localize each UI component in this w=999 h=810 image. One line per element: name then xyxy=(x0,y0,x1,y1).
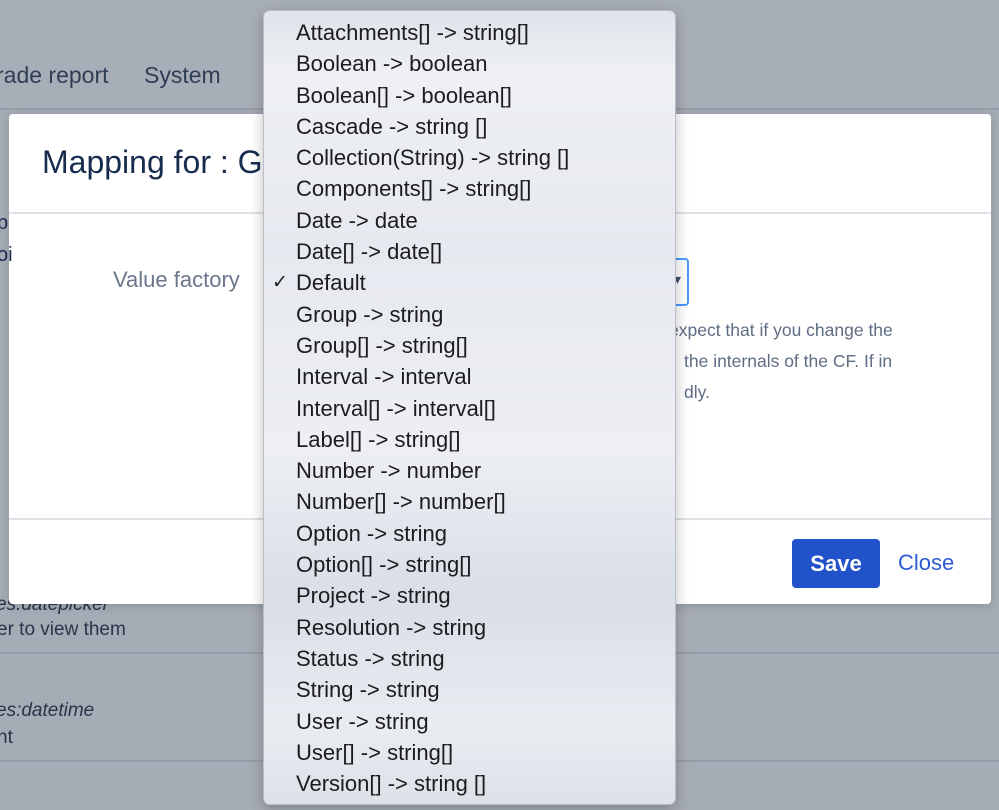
save-button[interactable]: Save xyxy=(792,539,880,588)
dropdown-option[interactable]: Collection(String) -> string [] xyxy=(264,142,675,173)
close-button[interactable]: Close xyxy=(898,550,954,576)
dropdown-option[interactable]: Boolean -> boolean xyxy=(264,48,675,79)
checkmark-icon: ✓ xyxy=(272,272,288,294)
dropdown-option-selected[interactable]: ✓ Default xyxy=(264,267,675,298)
dialog-title: Mapping for : Gr xyxy=(42,144,274,180)
value-factory-dropdown-menu: Attachments[] -> string[] Boolean -> boo… xyxy=(263,10,676,805)
help-text: expect that if you change the xyxy=(669,320,893,340)
value-factory-label: Value factory xyxy=(113,267,240,292)
dropdown-option[interactable]: Label[] -> string[] xyxy=(264,424,675,455)
dropdown-option[interactable]: User -> string xyxy=(264,706,675,737)
dropdown-option[interactable]: Cascade -> string [] xyxy=(264,111,675,142)
tab-upgrade-report[interactable]: rade report xyxy=(0,62,109,89)
background-row-note: nt xyxy=(0,727,13,748)
dropdown-option[interactable]: Interval -> interval xyxy=(264,361,675,392)
dropdown-option[interactable]: Version[] -> string [] xyxy=(264,768,675,799)
clipped-text: oi xyxy=(0,244,13,266)
dropdown-option[interactable]: Option -> string xyxy=(264,518,675,549)
dropdown-option[interactable]: String -> string xyxy=(264,674,675,705)
background-row-key: es:datetime xyxy=(0,700,95,721)
dropdown-option[interactable]: Resolution -> string xyxy=(264,612,675,643)
dropdown-option[interactable]: Date[] -> date[] xyxy=(264,236,675,267)
tab-system[interactable]: System xyxy=(144,62,221,89)
background-row-note: er to view them xyxy=(0,619,126,640)
dropdown-option[interactable]: Option[] -> string[] xyxy=(264,549,675,580)
dropdown-option[interactable]: Boolean[] -> boolean[] xyxy=(264,80,675,111)
dropdown-option[interactable]: Date -> date xyxy=(264,205,675,236)
dropdown-option[interactable]: Number -> number xyxy=(264,455,675,486)
dropdown-option[interactable]: Interval[] -> interval[] xyxy=(264,393,675,424)
help-text: the internals of the CF. If in xyxy=(684,351,893,371)
dropdown-option[interactable]: User[] -> string[] xyxy=(264,737,675,768)
dropdown-option[interactable]: Group -> string xyxy=(264,299,675,330)
dropdown-option[interactable]: Attachments[] -> string[] xyxy=(264,17,675,48)
clipped-text: p xyxy=(0,212,9,234)
dropdown-option[interactable]: Group[] -> string[] xyxy=(264,330,675,361)
dropdown-option[interactable]: Components[] -> string[] xyxy=(264,173,675,204)
dropdown-option[interactable]: Number[] -> number[] xyxy=(264,486,675,517)
dropdown-option[interactable]: Status -> string xyxy=(264,643,675,674)
dropdown-option[interactable]: Project -> string xyxy=(264,580,675,611)
help-text: dly. xyxy=(684,382,710,402)
dropdown-options: Attachments[] -> string[] Boolean -> boo… xyxy=(264,17,675,799)
